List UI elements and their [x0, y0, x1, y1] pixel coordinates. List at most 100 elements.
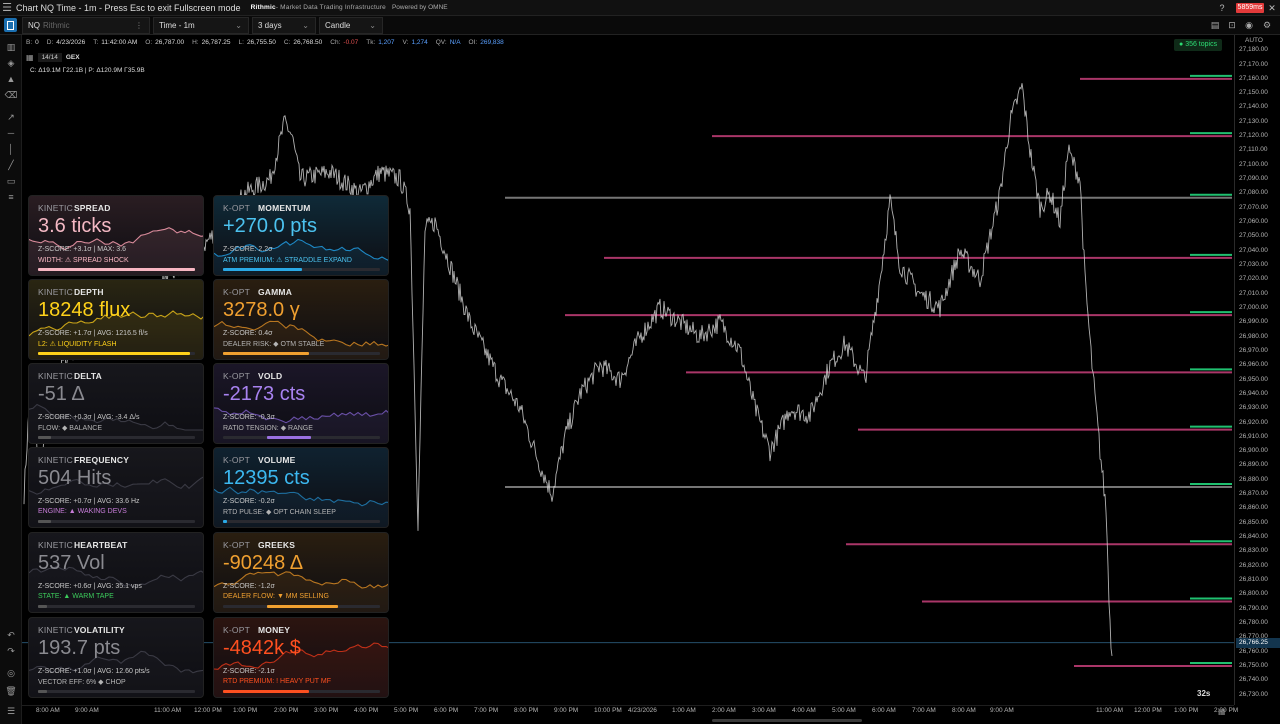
card-value: 504 Hits: [38, 467, 112, 489]
eye-icon[interactable]: ◎: [4, 667, 18, 679]
v-label: V:: [402, 39, 409, 46]
metric-card-volatility[interactable]: KINETICVOLATILITY 193.7 pts Z-SCORE: +1.0σ…: [28, 617, 204, 698]
card-status: FLOW: ◆ BALANCE: [38, 425, 102, 432]
list-icon[interactable]: ☰: [4, 705, 18, 717]
price-tick-label: 27,130.00: [1239, 117, 1268, 125]
rectangle-icon[interactable]: ▭: [4, 175, 18, 187]
metric-card-greeks[interactable]: K-OPT GREEKS -90248 Δ Z-SCORE: -1.2σ DEALER …: [213, 532, 389, 613]
study-grid-icon[interactable]: ▦: [26, 53, 34, 62]
camera-icon[interactable]: ◉: [1242, 18, 1256, 32]
calendar-icon[interactable]: ▦: [1218, 707, 1226, 716]
card-level-bar: [38, 605, 48, 608]
time-tick-label: 10:00 PM: [594, 707, 622, 714]
card-stats: Z-SCORE: +3.1σ | MAX: 3.6: [38, 246, 127, 253]
bar-countdown: 32s: [1197, 689, 1211, 698]
card-value: 3.6 ticks: [38, 215, 112, 237]
card-header: KINETICHEARTBEAT: [38, 540, 128, 550]
layers-icon[interactable]: ◈: [4, 57, 18, 69]
time-tick-label: 8:00 PM: [514, 707, 539, 714]
metric-card-vold[interactable]: K-OPT VOLD -2173 cts Z-SCORE: -0.3σ RATIO TE…: [213, 363, 389, 444]
card-status: STATE: ▲ WARM TAPE: [38, 593, 114, 600]
fib-icon[interactable]: ≡: [4, 191, 18, 203]
price-tick-label: 26,940.00: [1239, 389, 1268, 397]
time-tick-label: 9:00 PM: [554, 707, 579, 714]
card-stats: Z-SCORE: +0.7σ | AVG: 33.6 Hz: [38, 498, 140, 505]
time-axis[interactable]: 8:00 AM 9:00 AM 11:00 AM 12:00 PM 1:00 PM 2:0…: [22, 705, 1238, 724]
range-select[interactable]: 3 days ⌄: [252, 17, 316, 34]
card-header: KINETICVOLATILITY: [38, 625, 125, 635]
metric-card-depth[interactable]: KINETICDEPTH 18248 flux Z-SCORE: +1.7σ | A…: [28, 279, 204, 360]
price-tick-label: 26,960.00: [1239, 361, 1268, 369]
chevron-down-icon: ⌄: [235, 21, 242, 30]
price-tick-label: 26,920.00: [1239, 418, 1268, 426]
price-axis[interactable]: AUTO 27,180.00 27,170.00 27,160.00 27,150.0…: [1234, 35, 1280, 705]
price-tick-label: 26,840.00: [1239, 533, 1268, 541]
price-tick-label: 26,870.00: [1239, 490, 1268, 498]
horizontal-line-icon[interactable]: ─: [4, 127, 18, 139]
metric-card-spread[interactable]: KINETICSPREAD 3.6 ticks Z-SCORE: +3.1σ | M…: [28, 195, 204, 276]
close-icon[interactable]: ✕: [1264, 0, 1280, 16]
card-status: ATM PREMIUM: ⚠ STRADDLE EXPAND: [223, 257, 352, 264]
menu-icon[interactable]: ☰: [0, 0, 14, 16]
link-icon[interactable]: ⊡: [1225, 18, 1239, 32]
card-level-bar: [38, 690, 48, 693]
price-tick-label: 26,740.00: [1239, 676, 1268, 684]
card-prefix: KINETIC: [38, 371, 73, 381]
help-icon[interactable]: ?: [1214, 0, 1230, 16]
metric-card-delta[interactable]: KINETICDELTA -51 Δ Z-SCORE: +0.3σ | AVG: -…: [28, 363, 204, 444]
template-icon[interactable]: ▤: [1208, 18, 1222, 32]
undo-icon[interactable]: ↶: [4, 629, 18, 641]
current-price-label: 26,766.25: [1236, 637, 1280, 648]
price-tick-label: 27,160.00: [1239, 74, 1268, 82]
b-value: 0: [35, 39, 39, 46]
card-value: 193.7 pts: [38, 637, 121, 659]
interval-select[interactable]: Time - 1m ⌄: [153, 17, 249, 34]
time-tick-label: 7:00 AM: [912, 707, 936, 714]
card-stats: Z-SCORE: +0.3σ | AVG: -3.4 Δ/s: [38, 414, 140, 421]
card-level-bar: [223, 268, 302, 271]
card-stats: Z-SCORE: 2.2σ: [223, 246, 273, 253]
card-level-track: [38, 690, 195, 693]
horizontal-scrollbar[interactable]: [712, 719, 862, 722]
metric-card-gamma[interactable]: K-OPT GAMMA 3278.0 γ Z-SCORE: 0.4σ DEALER RI…: [213, 279, 389, 360]
card-value: -2173 cts: [223, 383, 306, 405]
card-status: RATIO TENSION: ◆ RANGE: [223, 425, 313, 432]
auto-scale-toggle[interactable]: AUTO: [1245, 37, 1263, 44]
card-header: KINETICFREQUENCY: [38, 455, 129, 465]
source-subtitle: - Market Data Trading Infrastructure: [275, 4, 386, 11]
alert-icon[interactable]: ▲: [4, 73, 18, 85]
metric-card-money[interactable]: K-OPT MONEY -4842k $ Z-SCORE: -2.1σ RTD PREM…: [213, 617, 389, 698]
vertical-line-icon[interactable]: │: [4, 143, 18, 155]
card-name: FREQUENCY: [73, 455, 130, 465]
price-tick-label: 26,830.00: [1239, 547, 1268, 555]
interval-value: Time - 1m: [159, 21, 195, 30]
eraser-icon[interactable]: ⌫: [4, 89, 18, 101]
card-status: DEALER FLOW: ▼ MM SELLING: [223, 593, 329, 600]
metric-card-heartbeat[interactable]: KINETICHEARTBEAT 537 Vol Z-SCORE: +0.6σ | …: [28, 532, 204, 613]
topics-badge[interactable]: ● 356 topics: [1174, 39, 1223, 51]
study-name[interactable]: GEX: [66, 54, 80, 61]
card-prefix: KINETIC: [38, 203, 73, 213]
style-select[interactable]: Candle ⌄: [319, 17, 383, 34]
metric-card-momentum[interactable]: K-OPT MOMENTUM +270.0 pts Z-SCORE: 2.2σ ATM …: [213, 195, 389, 276]
arrow-tool-icon[interactable]: ↗: [4, 111, 18, 123]
settings-icon[interactable]: ⚙: [1260, 18, 1274, 32]
app-logo-icon[interactable]: [4, 18, 17, 32]
bar-chart-icon[interactable]: ▥: [4, 41, 18, 53]
chart-toolbar: NQ Rithmic ⋮ Time - 1m ⌄ 3 days ⌄ Candle ⌄ ▤ …: [0, 16, 1280, 35]
time-tick-label: 2:00 AM: [712, 707, 736, 714]
card-prefix: KINETIC: [38, 287, 73, 297]
price-tick-label: 27,110.00: [1239, 146, 1268, 154]
chevron-down-icon: ⌄: [302, 21, 309, 30]
price-tick-label: 27,100.00: [1239, 160, 1268, 168]
qv-value: N/A: [449, 39, 461, 46]
redo-icon[interactable]: ↷: [4, 645, 18, 657]
open-value: 26,787.00: [155, 39, 185, 46]
trend-line-icon[interactable]: ╱: [4, 159, 18, 171]
metric-card-frequency[interactable]: KINETICFREQUENCY 504 Hits Z-SCORE: +0.7σ |…: [28, 447, 204, 528]
metric-card-volume[interactable]: K-OPT VOLUME 12395 cts Z-SCORE: -0.2σ RTD PU…: [213, 447, 389, 528]
trash-icon[interactable]: 🗑: [4, 685, 18, 697]
study-tag[interactable]: ▦ 14/14 GEX: [26, 52, 80, 63]
symbol-input[interactable]: NQ Rithmic ⋮: [22, 17, 150, 34]
card-header: K-OPT VOLD: [223, 371, 282, 381]
